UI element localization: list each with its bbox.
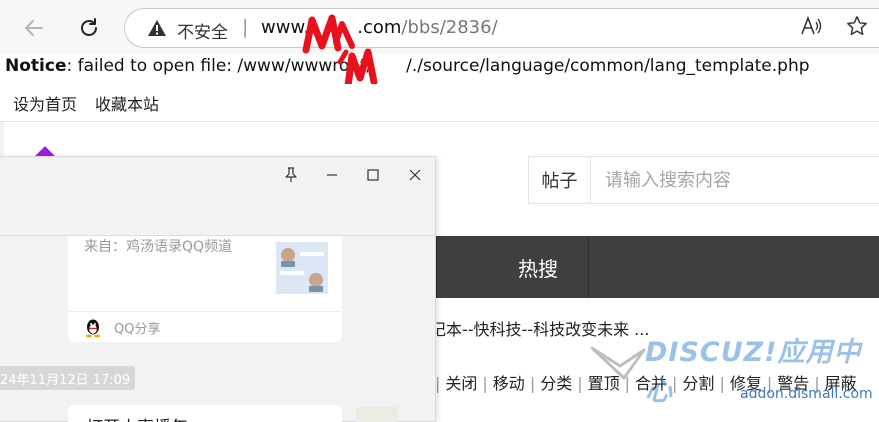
site-topbar: 设为首页 收藏本站 bbox=[0, 84, 879, 122]
next-message-text: 打开小直播年 bbox=[86, 413, 188, 422]
security-label[interactable]: 不安全 bbox=[177, 18, 228, 43]
next-message-card[interactable]: 打开小直播年 bbox=[68, 405, 342, 422]
search-type-select[interactable]: 帖子 bbox=[529, 157, 591, 203]
back-arrow-icon bbox=[25, 20, 43, 36]
close-icon bbox=[409, 169, 421, 181]
nav-divider bbox=[588, 236, 589, 298]
shared-card[interactable]: 来自：鸡汤语录QQ频道 QQ分享 bbox=[68, 236, 342, 342]
browser-toolbar: 不安全 | www. .com/bbs/2836/ bbox=[0, 0, 879, 54]
action-separator: | bbox=[529, 374, 536, 393]
set-home-link[interactable]: 设为首页 bbox=[13, 91, 77, 115]
main-nav: 热搜 bbox=[436, 236, 879, 298]
search-input[interactable] bbox=[592, 157, 879, 203]
card-footer: QQ分享 bbox=[68, 311, 342, 342]
chat-window: 来自：鸡汤语录QQ频道 QQ分享 24年11月12日 17:09 bbox=[0, 156, 436, 422]
address-separator: | bbox=[242, 16, 249, 38]
chat-titlebar[interactable] bbox=[0, 157, 435, 193]
next-message-thumbnail[interactable] bbox=[356, 407, 398, 422]
nav-divider bbox=[436, 236, 437, 298]
pin-icon bbox=[285, 167, 297, 182]
message-timestamp: 24年11月12日 17:09 bbox=[0, 366, 136, 390]
reload-button[interactable] bbox=[71, 10, 107, 46]
action-category[interactable]: 分类 bbox=[540, 370, 572, 394]
search-box: 帖子 bbox=[528, 156, 879, 204]
redaction-scribble bbox=[302, 14, 378, 90]
minimize-icon bbox=[327, 174, 337, 176]
maximize-button[interactable] bbox=[361, 164, 385, 186]
pin-button[interactable] bbox=[279, 164, 303, 186]
notice-path: /./source/language/common/lang_template.… bbox=[406, 56, 810, 76]
card-thumbnail[interactable] bbox=[276, 242, 328, 294]
action-separator: | bbox=[482, 374, 488, 393]
action-close[interactable]: 关闭 bbox=[445, 370, 477, 394]
nav-item-hot[interactable]: 热搜 bbox=[488, 236, 588, 298]
watermark-logo-icon bbox=[590, 346, 646, 380]
url-path: /bbs/2836/ bbox=[401, 17, 498, 38]
warning-icon[interactable] bbox=[147, 19, 167, 41]
minimize-button[interactable] bbox=[320, 164, 344, 186]
watermark-domain: addon.dismall.com bbox=[740, 386, 873, 402]
action-separator: | bbox=[577, 374, 583, 393]
close-button[interactable] bbox=[403, 164, 427, 186]
qq-share-label: QQ分享 bbox=[114, 322, 161, 337]
favorite-star-icon[interactable] bbox=[846, 15, 868, 41]
action-move[interactable]: 移动 bbox=[493, 370, 525, 394]
qq-penguin-icon bbox=[84, 318, 102, 342]
php-notice: Notice: failed to open file: /www/wwwroo… bbox=[0, 54, 879, 84]
address-bar[interactable]: 不安全 | www. .com/bbs/2836/ bbox=[124, 8, 879, 48]
reload-icon bbox=[81, 18, 97, 36]
card-source: 来自：鸡汤语录QQ频道 bbox=[84, 239, 233, 255]
read-aloud-icon[interactable] bbox=[800, 15, 822, 40]
maximize-icon bbox=[367, 169, 379, 181]
discuz-watermark: DISCUZ!应用中心 addon.dismall.com bbox=[590, 330, 879, 408]
notice-label: Notice bbox=[5, 56, 67, 76]
back-button[interactable] bbox=[16, 10, 52, 46]
bookmark-link[interactable]: 收藏本站 bbox=[95, 91, 159, 115]
